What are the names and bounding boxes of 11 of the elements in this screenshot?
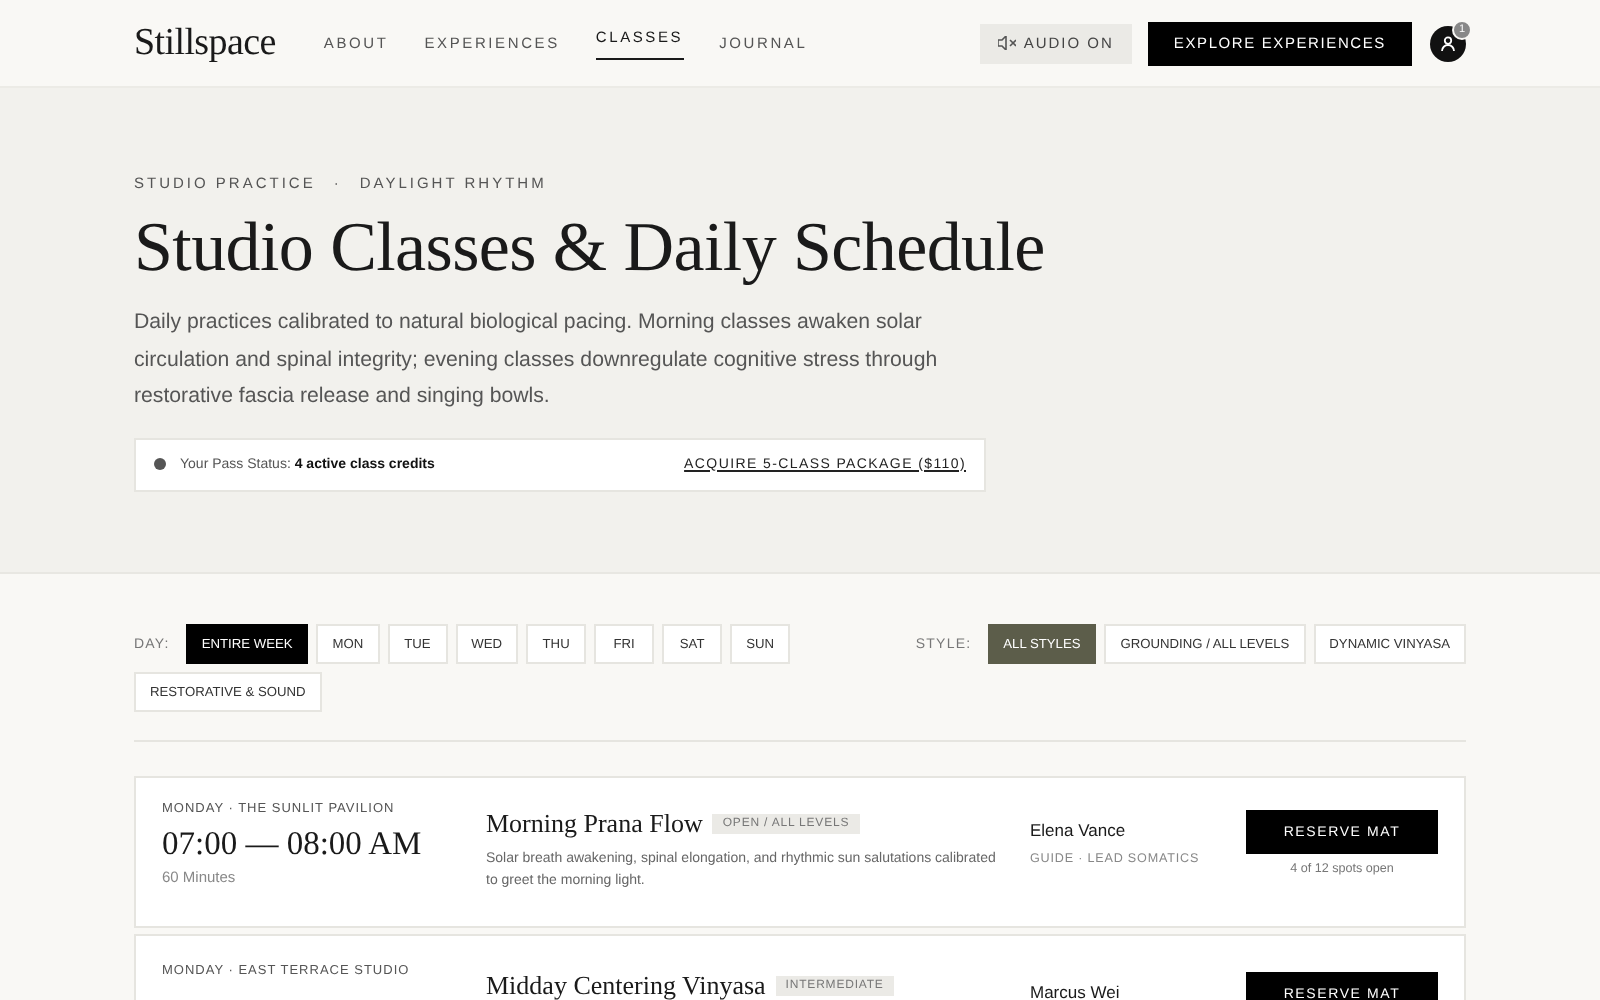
status-dot (154, 458, 166, 470)
guide-name: Elena Vance (1030, 820, 1128, 840)
class-title: Morning Prana Flow (486, 808, 703, 840)
site-logo[interactable]: Stillspace (134, 21, 276, 65)
speaker-muted-icon (997, 36, 1016, 50)
user-icon (1440, 35, 1456, 51)
class-time: 07:00 — 08:00 AM (162, 824, 424, 864)
page-title: Studio Classes & Daily Schedule (134, 208, 1047, 288)
guide-name: Marcus Wei (1030, 982, 1122, 1000)
intro-text: Daily practices calibrated to natural biological pacing. Morning classes awaken solar circulation and spinal integrity; evening classes downregulate cognitive stress through restorative fascia release and singing bowls. (134, 308, 940, 412)
class-title: Midday Centering Vinyasa (486, 970, 766, 1000)
